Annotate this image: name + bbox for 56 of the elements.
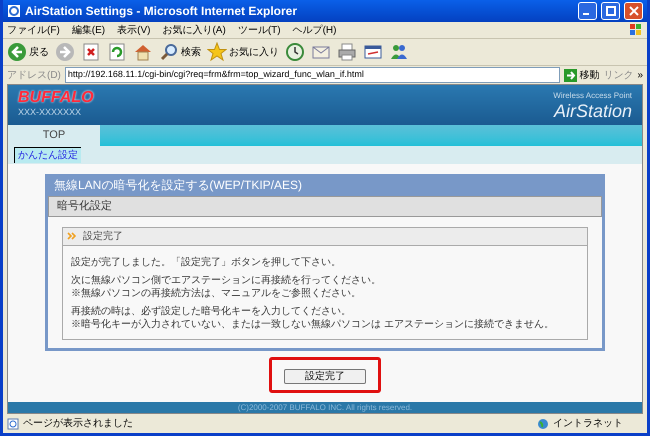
stop-button[interactable]	[81, 41, 101, 63]
arrow-icon	[564, 68, 578, 82]
history-button[interactable]	[285, 41, 305, 63]
print-button[interactable]	[337, 41, 357, 63]
back-icon	[7, 42, 27, 62]
copyright-text: (C)2000-2007 BUFFALO INC. All rights reserved.	[238, 404, 412, 412]
product-tagline: Wireless Access Point	[553, 90, 632, 102]
globe-icon	[537, 418, 549, 430]
windows-logo-icon	[629, 23, 643, 37]
history-icon	[285, 42, 305, 62]
refresh-icon	[107, 42, 127, 62]
refresh-button[interactable]	[107, 41, 127, 63]
menu-item[interactable]: 編集(E)	[72, 22, 106, 38]
window-title: AirStation Settings - Microsoft Internet Explorer	[25, 3, 298, 20]
stop-icon	[81, 42, 101, 62]
message-text: ※暗号化キーが入力されていない、または一致しない無線パソコンは エアステーションに接続できません。	[71, 318, 555, 330]
address-field[interactable]: http://192.168.11.1/cgi-bin/cgi?req=frm&frm=top_wizard_func_wlan_if.html	[64, 67, 560, 83]
status-text: ページが表示されました	[23, 416, 134, 431]
search-icon	[159, 42, 179, 62]
maximize-button[interactable]	[601, 2, 620, 20]
finish-button[interactable]: 設定完了	[284, 369, 366, 384]
menu-item[interactable]: ファイル(F)	[7, 22, 60, 38]
message-text: ※無線パソコンの再接続方法は、マニュアルをご参照ください。	[71, 286, 362, 300]
star-icon	[207, 42, 227, 62]
message-title: 設定完了	[83, 230, 123, 244]
close-button[interactable]	[624, 2, 643, 20]
back-button[interactable]: 戻る	[7, 41, 49, 63]
close-icon	[628, 6, 638, 16]
model-name: XXX-XXXXXXX	[18, 106, 82, 120]
maximize-icon	[606, 6, 616, 16]
zone-text: イントラネット	[553, 417, 624, 431]
minimize-icon	[583, 13, 589, 15]
panel-title: 無線LANの暗号化を設定する(WEP/TKIP/AES)	[53, 177, 304, 194]
menu-item[interactable]: 表示(V)	[117, 22, 150, 38]
people-icon	[389, 42, 409, 62]
more-links[interactable]: »	[637, 68, 643, 82]
menu-item[interactable]: ヘルプ(H)	[292, 22, 336, 38]
printer-icon	[337, 42, 357, 62]
minimize-button[interactable]	[578, 2, 597, 20]
address-label: アドレス(D)	[7, 68, 61, 82]
product-name: AirStation	[554, 102, 632, 120]
chevron-icon	[67, 232, 77, 240]
message-text: 次に無線パソコン側でエアステーションに再接続を行ってください。	[71, 274, 382, 286]
home-icon	[133, 42, 153, 62]
favorites-button[interactable]: お気に入り	[207, 41, 279, 63]
message-text: 設定が完了しました。「設定完了」ボタンを押して下さい。	[71, 256, 342, 268]
brand-logo: BUFFALO	[18, 90, 94, 106]
subnav-link[interactable]: かんたん設定	[14, 147, 81, 163]
forward-icon	[55, 42, 75, 62]
nav-tab[interactable]: TOP	[8, 125, 100, 146]
go-button[interactable]: 移動	[564, 68, 600, 82]
menu-item[interactable]: ツール(T)	[238, 22, 281, 38]
section-heading: 暗号化設定	[48, 196, 602, 216]
menu-item[interactable]: お気に入り(A)	[162, 22, 226, 38]
message-text: 再接続の時は、必ず設定した暗号化キーを入力してください。	[71, 304, 352, 318]
search-button[interactable]: 検索	[159, 41, 201, 63]
